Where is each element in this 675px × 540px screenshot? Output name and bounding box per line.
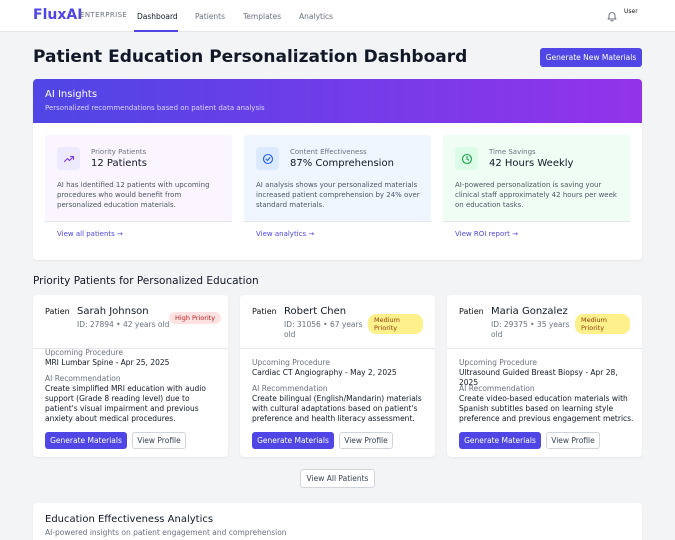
ai-recommendation-label: AI Recommendation [252,384,328,393]
generate-new-materials-button[interactable]: Generate New Materials [540,48,642,67]
nav-dashboard[interactable]: Dashboard [137,12,178,21]
patient-meta: ID: 29375 • 35 years old [491,320,570,339]
view-analytics-link[interactable]: View analytics → [256,230,314,238]
patient-card-header: Patient Sarah Johnson ID: 27894 • 42 yea… [33,295,228,349]
analytics-subtitle: AI-powered insights on patient engagemen… [45,528,287,537]
insight-description: AI-powered personalization is saving you… [455,181,617,209]
upcoming-procedure: Cardiac CT Angiography - May 2, 2025 [252,368,397,377]
upcoming-procedure-label: Upcoming Procedure [252,358,330,367]
view-all-patients-button[interactable]: View All Patients [300,469,375,488]
insight-value: 42 Hours Weekly [489,158,574,169]
patient-name: Sarah Johnson [77,306,149,317]
patient-card-robert-chen: Patient Robert Chen ID: 31056 • 67 years… [240,295,435,457]
upcoming-procedure: MRI Lumbar Spine - Apr 25, 2025 [45,358,170,367]
view-profile-button[interactable]: View Profile [546,432,600,449]
patient-card-header: Patient Maria Gonzalez ID: 29375 • 35 ye… [447,295,642,349]
insight-card-footer: View analytics → [244,221,431,247]
patient-photo: Patient [252,307,276,316]
avatar[interactable]: User [624,8,640,24]
insight-card-footer: View ROI report → [443,221,630,247]
view-profile-button[interactable]: View Profile [339,432,393,449]
insight-card-time-savings: Time Savings 42 Hours Weekly AI-powered … [443,135,630,247]
ai-recommendation: Create simplified MRI education with aud… [45,384,206,423]
priority-patients-title: Priority Patients for Personalized Educa… [33,275,259,287]
patient-card-maria-gonzalez: Patient Maria Gonzalez ID: 29375 • 35 ye… [447,295,642,457]
ai-insights-title: AI Insights [45,89,98,100]
analytics-title: Education Effectiveness Analytics [45,514,214,525]
insight-label: Content Effectiveness [290,148,367,156]
patient-name: Maria Gonzalez [491,306,568,317]
view-all-patients-link[interactable]: View all patients → [57,230,123,238]
upcoming-procedure-label: Upcoming Procedure [45,348,123,357]
bell-icon[interactable] [606,10,618,22]
insight-value: 12 Patients [91,158,147,169]
ai-insights-subtitle: Personalized recommendations based on pa… [45,104,265,112]
view-profile-button[interactable]: View Profile [132,432,186,449]
insight-label: Priority Patients [91,148,147,156]
insight-description: AI analysis shows your personalized mate… [256,181,420,209]
priority-badge: High Priority [169,312,222,324]
ai-recommendation-label: AI Recommendation [459,384,535,393]
logo[interactable]: FluxAI [33,7,82,23]
generate-materials-button[interactable]: Generate Materials [459,432,541,449]
generate-materials-button[interactable]: Generate Materials [45,432,127,449]
active-tab-indicator [134,30,178,32]
ai-insights-panel: AI Insights Personalized recommendations… [33,79,642,260]
top-nav: FluxAI ENTERPRISE Dashboard Patients Tem… [0,0,675,32]
insight-card-effectiveness: Content Effectiveness 87% Comprehension … [244,135,431,247]
nav-patients[interactable]: Patients [195,12,225,21]
check-circle-icon [256,147,279,170]
ai-recommendation-label: AI Recommendation [45,374,121,383]
nav-templates[interactable]: Templates [243,12,281,21]
nav-analytics[interactable]: Analytics [299,12,333,21]
edition-label: ENTERPRISE [80,11,128,19]
patient-card-header: Patient Robert Chen ID: 31056 • 67 years… [240,295,435,349]
patient-photo: Patient [459,307,483,316]
view-roi-report-link[interactable]: View ROI report → [455,230,518,238]
priority-badge: Medium Priority [368,314,423,334]
ai-recommendation: Create video-based education materials w… [459,394,634,423]
education-analytics-panel: Education Effectiveness Analytics AI-pow… [33,503,642,540]
page-title: Patient Education Personalization Dashbo… [33,47,468,67]
generate-materials-button[interactable]: Generate Materials [252,432,334,449]
insight-value: 87% Comprehension [290,158,394,169]
insight-card-priority: Priority Patients 12 Patients AI has ide… [45,135,232,247]
upcoming-procedure-label: Upcoming Procedure [459,358,537,367]
ai-recommendation: Create bilingual (English/Mandarin) mate… [252,394,422,423]
clock-icon [455,147,478,170]
patient-card-sarah-johnson: Patient Sarah Johnson ID: 27894 • 42 yea… [33,295,228,457]
ai-insights-banner: AI Insights Personalized recommendations… [33,79,642,123]
insight-label: Time Savings [489,148,536,156]
patient-photo: Patient [45,307,69,316]
priority-badge: Medium Priority [575,314,630,334]
insight-card-footer: View all patients → [45,221,232,247]
trending-up-icon [57,147,80,170]
patient-name: Robert Chen [284,306,347,317]
insight-description: AI has identified 12 patients with upcom… [57,181,210,209]
patient-meta: ID: 31056 • 67 years old [284,320,363,339]
